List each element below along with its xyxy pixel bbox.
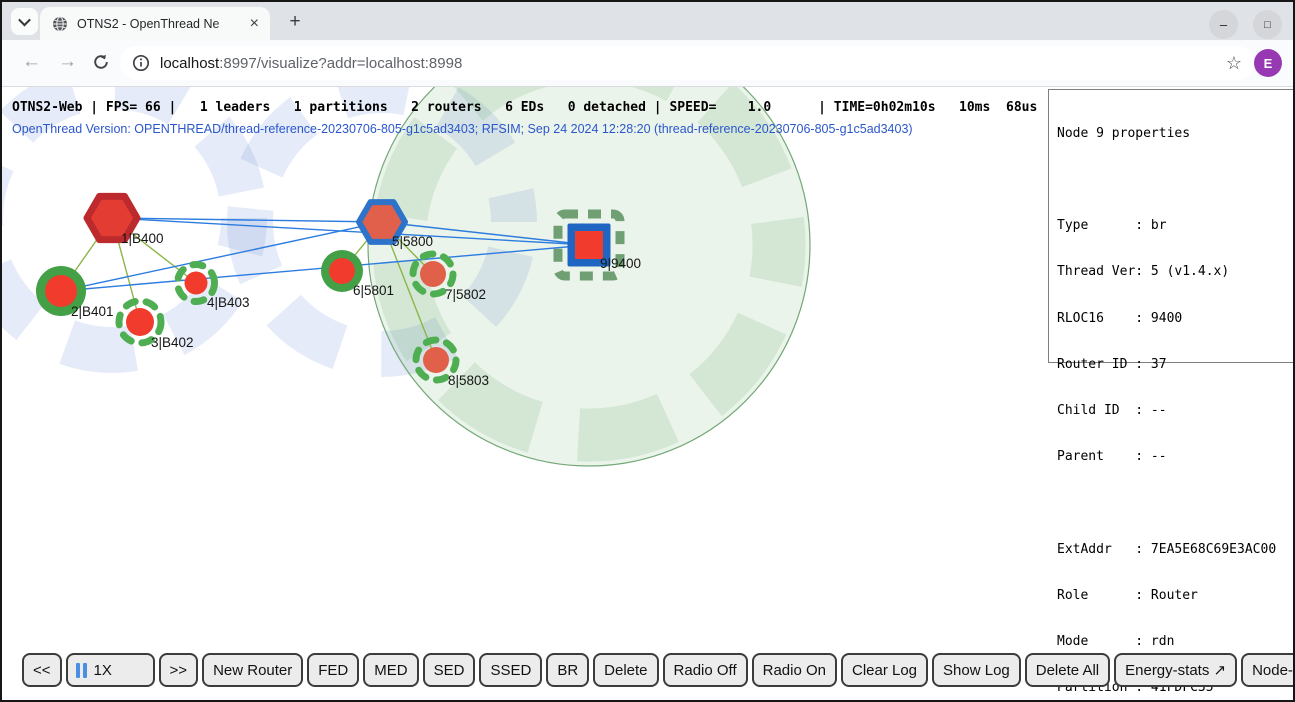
new-tab-button[interactable]: +: [282, 9, 308, 35]
simulation-canvas[interactable]: 1|B400 2|B401 3|B402 4|B403 5|5800 6|5801 7|58…: [2, 87, 1295, 702]
br-button[interactable]: BR: [546, 653, 589, 687]
tab-title-fade: [214, 7, 242, 40]
prop-rloc16: RLOC16 : 9400: [1057, 311, 1295, 326]
prop-child-id: Child ID : --: [1057, 403, 1295, 418]
simulator-status-line: OTNS2-Web | FPS= 66 | 1 leaders 1 partit…: [12, 100, 1037, 115]
action-toolbar: << 1X >> New Router FED MED SED SSED BR …: [22, 653, 1295, 687]
globe-icon: [52, 16, 68, 32]
energy-stats-button[interactable]: Energy-stats ↗: [1114, 653, 1237, 687]
prop-extaddr: ExtAddr : 7EA5E68C69E3AC00: [1057, 542, 1295, 557]
prop-type: Type : br: [1057, 218, 1295, 233]
window-minimize-button[interactable]: –: [1209, 10, 1238, 39]
tab-close-icon[interactable]: ×: [247, 16, 262, 32]
url-omnibox[interactable]: localhost:8997/visualize?addr=localhost:…: [120, 46, 1254, 80]
delete-button[interactable]: Delete: [593, 653, 658, 687]
node-label-4: 4|B403: [207, 295, 250, 310]
prop-line: [1057, 172, 1295, 187]
pause-speed-button[interactable]: 1X: [66, 653, 155, 687]
prop-role: Role : Router: [1057, 588, 1295, 603]
url-path: :8997/visualize?addr=localhost:8998: [219, 55, 462, 72]
node-label-2: 2|B401: [71, 304, 114, 319]
prop-router-id: Router ID : 37: [1057, 357, 1295, 372]
node-label-3: 3|B402: [151, 335, 194, 350]
clear-log-button[interactable]: Clear Log: [841, 653, 928, 687]
browser-window: OTNS2 - OpenThread Ne × + – □ ← → localh…: [0, 0, 1295, 702]
radio-off-button[interactable]: Radio Off: [663, 653, 748, 687]
chevron-down-icon: [18, 14, 31, 27]
bookmark-star-icon[interactable]: ☆: [1226, 53, 1242, 74]
delete-all-button[interactable]: Delete All: [1025, 653, 1110, 687]
node-label-8: 8|5803: [448, 373, 489, 388]
show-log-button[interactable]: Show Log: [932, 653, 1021, 687]
new-router-button[interactable]: New Router: [202, 653, 303, 687]
tab-otns2[interactable]: OTNS2 - OpenThread Ne ×: [40, 7, 270, 40]
node-stats-button[interactable]: Node-stats ↗: [1241, 653, 1295, 687]
url-host: localhost: [160, 55, 219, 72]
prop-thread-ver: Thread Ver: 5 (v1.4.x): [1057, 264, 1295, 279]
prop-line: [1057, 495, 1295, 510]
pause-icon: [76, 663, 87, 678]
node-label-6: 6|5801: [353, 283, 394, 298]
node-properties-panel: Node 9 properties Type : br Thread Ver: …: [1048, 89, 1295, 363]
fed-button[interactable]: FED: [307, 653, 359, 687]
node-label-5: 5|5800: [392, 234, 433, 249]
ssed-button[interactable]: SSED: [479, 653, 542, 687]
reload-button[interactable]: [92, 53, 110, 71]
url-text: localhost:8997/visualize?addr=localhost:…: [160, 55, 462, 72]
profile-avatar[interactable]: E: [1254, 49, 1282, 77]
window-maximize-button[interactable]: □: [1253, 10, 1282, 39]
back-button[interactable]: ←: [22, 51, 41, 73]
prop-mode: Mode : rdn: [1057, 634, 1295, 649]
openthread-version-link[interactable]: OpenThread Version: OPENTHREAD/thread-re…: [12, 122, 913, 136]
node-label-7: 7|5802: [445, 287, 486, 302]
node-properties-title: Node 9 properties: [1057, 126, 1295, 141]
radio-on-button[interactable]: Radio On: [752, 653, 837, 687]
tab-search-button[interactable]: [11, 8, 38, 35]
speed-label: 1X: [94, 662, 112, 679]
speed-down-button[interactable]: <<: [22, 653, 62, 687]
tab-bar: OTNS2 - OpenThread Ne × + – □: [2, 2, 1293, 40]
node-label-1: 1|B400: [121, 231, 164, 246]
forward-button[interactable]: →: [58, 51, 77, 73]
sed-button[interactable]: SED: [423, 653, 476, 687]
node-label-9: 9|9400: [600, 256, 641, 271]
prop-parent: Parent : --: [1057, 449, 1295, 464]
address-bar: ← → localhost:8997/visualize?addr=localh…: [2, 40, 1293, 87]
med-button[interactable]: MED: [363, 653, 418, 687]
site-info-icon[interactable]: [132, 54, 150, 72]
speed-up-button[interactable]: >>: [159, 653, 199, 687]
